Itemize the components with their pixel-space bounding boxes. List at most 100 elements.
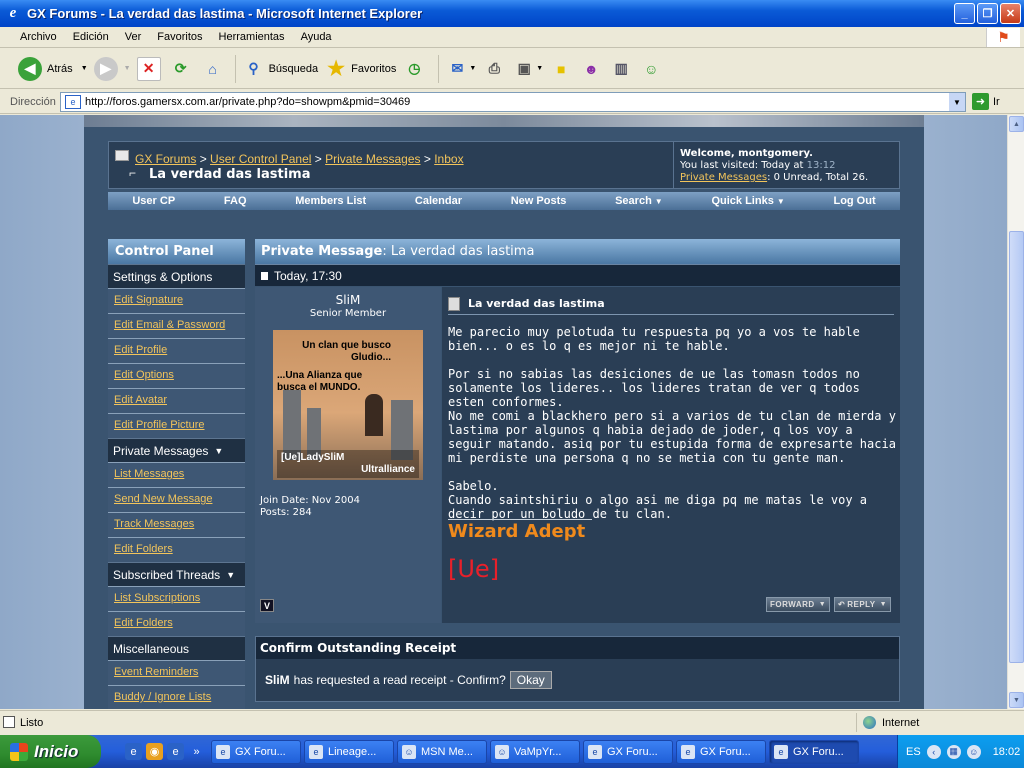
- nav-new-posts[interactable]: New Posts: [511, 195, 567, 207]
- chevron-left-icon[interactable]: ‹: [926, 744, 941, 759]
- sender-name[interactable]: SliM: [255, 293, 441, 307]
- scroll-up-icon[interactable]: ▲: [1009, 116, 1024, 132]
- menu-ayuda[interactable]: Ayuda: [293, 31, 340, 43]
- nav-calendar[interactable]: Calendar: [415, 195, 462, 207]
- event-reminders-link[interactable]: Event Reminders: [114, 666, 198, 678]
- edit-email-password-link[interactable]: Edit Email & Password: [114, 319, 225, 331]
- message-text: Me parecio muy pelotuda tu respuesta pq …: [448, 325, 898, 535]
- nav-search[interactable]: Search ▼: [615, 195, 663, 207]
- task-msn-messenger[interactable]: ☺ MSN Me...: [397, 739, 487, 764]
- scroll-down-icon[interactable]: ▼: [1009, 692, 1024, 708]
- message-paragraph: Sabelo.: [448, 479, 499, 493]
- messenger-icon[interactable]: ☻: [579, 57, 603, 81]
- track-messages-link[interactable]: Track Messages: [114, 518, 194, 530]
- edit-signature-link[interactable]: Edit Signature: [114, 294, 183, 306]
- breadcrumb-pm-link[interactable]: Private Messages: [325, 152, 420, 166]
- edit-profile-picture-link[interactable]: Edit Profile Picture: [114, 419, 204, 431]
- history-icon[interactable]: ◷: [402, 57, 426, 81]
- task-gx-forums-3[interactable]: e GX Foru...: [676, 739, 766, 764]
- welcome-pm-link[interactable]: Private Messages: [680, 172, 767, 183]
- vertical-scrollbar[interactable]: ▲ ▼: [1007, 115, 1024, 709]
- task-gx-forums-active[interactable]: e GX Foru...: [769, 739, 859, 764]
- nav-members-list[interactable]: Members List: [295, 195, 366, 207]
- task-vampyr[interactable]: ☺ VaMpYr...: [490, 739, 580, 764]
- system-tray: ES ‹ ▦ ☺ 18:02: [897, 735, 1024, 768]
- menu-edicion[interactable]: Edición: [65, 31, 117, 43]
- msn-buddies-icon[interactable]: ☺: [639, 57, 663, 81]
- vb-icon[interactable]: V: [260, 599, 274, 612]
- menu-archivo[interactable]: Archivo: [12, 31, 65, 43]
- edit-subscription-folders-link[interactable]: Edit Folders: [114, 617, 173, 629]
- print-icon[interactable]: ⎙: [482, 57, 506, 81]
- refresh-icon[interactable]: ⟳: [169, 57, 193, 81]
- address-label: Dirección: [10, 95, 56, 108]
- sender-rank: Senior Member: [309, 308, 387, 319]
- windows-flag-icon: ⚑: [986, 28, 1020, 47]
- scroll-thumb[interactable]: [1009, 231, 1024, 663]
- nav-quick-links[interactable]: Quick Links ▼: [711, 195, 784, 207]
- chevron-down-icon[interactable]: ▼: [949, 93, 965, 111]
- nav-log-out[interactable]: Log Out: [833, 195, 875, 207]
- maximize-button[interactable]: ❐: [977, 3, 998, 24]
- sidebar-section-pm[interactable]: Private Messages ▼: [108, 438, 245, 462]
- browser-quicklaunch-icon[interactable]: e: [167, 743, 184, 760]
- favorites-button[interactable]: ★ Favoritos: [324, 57, 396, 81]
- research-icon[interactable]: ▥: [609, 57, 633, 81]
- sidebar-item: Edit Email & Password: [108, 313, 245, 338]
- network-icon[interactable]: ▦: [946, 744, 961, 759]
- stop-icon[interactable]: ✕: [136, 56, 161, 81]
- reply-button[interactable]: ↶ REPLY ▼: [834, 597, 892, 612]
- task-gx-forums-1[interactable]: e GX Foru...: [211, 739, 301, 764]
- send-new-message-link[interactable]: Send New Message: [114, 493, 212, 505]
- chevron-right-icon[interactable]: »: [188, 743, 205, 760]
- note-icon[interactable]: ■: [549, 57, 573, 81]
- quick-launch: e ◉ e »: [125, 743, 205, 760]
- edit-profile-link[interactable]: Edit Profile: [114, 344, 167, 356]
- language-indicator[interactable]: ES: [906, 746, 921, 758]
- security-zone[interactable]: Internet: [856, 713, 1020, 732]
- start-button[interactable]: Inicio: [0, 735, 101, 768]
- chevron-down-icon[interactable]: ▼: [469, 65, 476, 72]
- avatar-text-1: Un clan que busco Gludio...: [302, 340, 391, 363]
- buddy-ignore-lists-link[interactable]: Buddy / Ignore Lists: [114, 691, 211, 703]
- menu-favoritos[interactable]: Favoritos: [149, 31, 210, 43]
- edit-icon[interactable]: ▣: [512, 57, 536, 81]
- edit-avatar-link[interactable]: Edit Avatar: [114, 394, 167, 406]
- windows-logo-icon: [10, 742, 28, 761]
- go-button[interactable]: ➜ Ir: [972, 93, 1000, 110]
- task-lineage[interactable]: e Lineage...: [304, 739, 394, 764]
- sidebar-section-threads[interactable]: Subscribed Threads ▼: [108, 562, 245, 586]
- breadcrumb-ucp-link[interactable]: User Control Panel: [210, 152, 311, 166]
- nav-faq[interactable]: FAQ: [224, 195, 247, 207]
- window-titlebar[interactable]: e GX Forums - La verdad das lastima - Mi…: [0, 0, 1024, 27]
- nav-user-cp[interactable]: User CP: [132, 195, 175, 207]
- edit-pm-folders-link[interactable]: Edit Folders: [114, 543, 173, 555]
- list-subscriptions-link[interactable]: List Subscriptions: [114, 592, 200, 604]
- address-bar: Dirección e http://foros.gamersx.com.ar/…: [0, 90, 1024, 114]
- close-button[interactable]: ✕: [1000, 3, 1021, 24]
- breadcrumb: GX Forums > User Control Panel > Private…: [135, 152, 464, 166]
- msn-tray-icon[interactable]: ☺: [966, 744, 981, 759]
- chevron-down-icon[interactable]: ▼: [536, 65, 543, 72]
- forward-button[interactable]: FORWARD ▼: [766, 597, 831, 612]
- breadcrumb-home-link[interactable]: GX Forums: [135, 152, 196, 166]
- mail-icon[interactable]: ✉: [445, 57, 469, 81]
- okay-button[interactable]: Okay: [509, 671, 552, 689]
- minimize-button[interactable]: _: [954, 3, 975, 24]
- home-icon[interactable]: ⌂: [201, 57, 225, 81]
- media-quicklaunch-icon[interactable]: ◉: [146, 743, 163, 760]
- edit-options-link[interactable]: Edit Options: [114, 369, 174, 381]
- search-button[interactable]: ⚲ Búsqueda: [242, 57, 318, 81]
- back-button[interactable]: ◀ Atrás ▼: [18, 56, 88, 81]
- sidebar-item: Edit Profile: [108, 338, 245, 363]
- breadcrumb-inbox-link[interactable]: Inbox: [434, 152, 463, 166]
- navbar-box: GX Forums > User Control Panel > Private…: [108, 141, 900, 189]
- message-paragraph: Me parecio muy pelotuda tu respuesta pq …: [448, 325, 860, 353]
- forward-button[interactable]: ▶ ▼: [93, 56, 131, 81]
- task-gx-forums-2[interactable]: e GX Foru...: [583, 739, 673, 764]
- menu-ver[interactable]: Ver: [117, 31, 150, 43]
- menu-herramientas[interactable]: Herramientas: [211, 31, 293, 43]
- list-messages-link[interactable]: List Messages: [114, 468, 184, 480]
- ie-quicklaunch-icon[interactable]: e: [125, 743, 142, 760]
- address-input[interactable]: e http://foros.gamersx.com.ar/private.ph…: [60, 92, 966, 112]
